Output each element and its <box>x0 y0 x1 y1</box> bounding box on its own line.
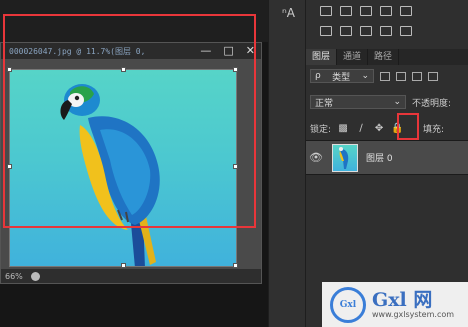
fill-label: 填充: <box>423 124 445 135</box>
layers-empty-area <box>306 175 468 282</box>
watermark-brand: Gxl 网 <box>372 289 433 311</box>
transform-handle-bottom[interactable] <box>121 263 126 268</box>
filter-type-select[interactable]: ρ 类型 ⌄ <box>310 69 374 83</box>
filter-type-value: 类型 <box>332 72 351 83</box>
gxl-logo: Gxl <box>330 286 366 323</box>
lock-position-icon[interactable]: ✥ <box>373 123 385 134</box>
tab-layers[interactable]: 图层 <box>306 49 338 65</box>
adjustments-row-1 <box>320 6 412 18</box>
document-highlight-box <box>3 14 256 228</box>
layer-filter-row: ρ 类型 ⌄ <box>310 68 466 84</box>
photo-filter-icon[interactable] <box>340 26 352 36</box>
canvas-region: 000026047.jpg @ 11.7%(图层 0, — □ ✕ 66% <box>0 0 268 327</box>
shape-filter-icon[interactable] <box>428 71 438 81</box>
layer-name[interactable]: 图层 0 <box>366 151 393 164</box>
watermark-url: www.gxlsystem.com <box>372 310 455 319</box>
right-panel: 图层 通道 路径 ρ 类型 ⌄ 正常 ⌄ 不透明度: 锁定: ▩ ∕ ✥ 🔒 填… <box>306 0 468 327</box>
opacity-label: 不透明度: <box>412 98 452 109</box>
search-icon: ρ <box>315 71 321 81</box>
chevron-down-icon: ⌄ <box>361 71 369 81</box>
color-lookup-icon[interactable] <box>400 26 412 36</box>
blend-row: 正常 ⌄ 不透明度: <box>310 94 466 110</box>
lock-row: 锁定: ▩ ∕ ✥ 🔒 填充: <box>310 120 468 136</box>
type-filter-icon[interactable] <box>412 71 422 81</box>
blend-mode-select[interactable]: 正常 ⌄ <box>310 95 406 109</box>
levels-icon[interactable] <box>340 6 352 16</box>
status-menu-icon[interactable] <box>30 271 40 281</box>
color-balance-icon[interactable] <box>320 26 332 36</box>
channel-mixer-icon[interactable] <box>360 26 372 36</box>
watermark-text: Gxl 网 www.gxlsystem.com <box>372 290 454 319</box>
parrot-thumbnail-icon <box>339 146 349 169</box>
layer-row[interactable]: 👁 图层 0 <box>306 140 468 175</box>
lock-highlight-box <box>397 113 419 140</box>
document-status-bar: 66% <box>1 269 261 283</box>
curves-icon[interactable] <box>360 6 372 16</box>
blend-mode-value: 正常 <box>315 98 334 109</box>
chevron-down-icon: ⌄ <box>393 97 401 107</box>
pixel-filter-icon[interactable] <box>380 71 390 81</box>
character-tool-icon[interactable]: ⁿA <box>282 6 295 20</box>
visibility-eye-icon[interactable]: 👁 <box>306 151 326 164</box>
layer-thumbnail <box>332 143 358 172</box>
tab-channels[interactable]: 通道 <box>337 49 369 65</box>
tool-strip: ⁿA <box>268 0 306 327</box>
zoom-level: 66% <box>5 271 23 281</box>
vibrance-icon[interactable] <box>400 6 412 16</box>
lock-label: 锁定: <box>310 124 332 135</box>
transform-handle-bottom-right[interactable] <box>233 263 238 268</box>
lock-transparency-icon[interactable]: ▩ <box>337 123 349 134</box>
brightness-icon[interactable] <box>320 6 332 16</box>
tab-paths[interactable]: 路径 <box>368 49 400 65</box>
layers-panel-tabs: 图层 通道 路径 <box>306 49 468 65</box>
logo-text: Gxl <box>339 299 357 310</box>
site-watermark: Gxl Gxl 网 www.gxlsystem.com <box>322 282 468 327</box>
lock-paint-icon[interactable]: ∕ <box>355 123 367 134</box>
photoshop-window: 000026047.jpg @ 11.7%(图层 0, — □ ✕ 66% ⁿA… <box>0 0 468 327</box>
adjustment-filter-icon[interactable] <box>396 71 406 81</box>
exposure-icon[interactable] <box>380 6 392 16</box>
black-white-icon[interactable] <box>380 26 392 36</box>
adjustments-row-2 <box>320 26 412 38</box>
